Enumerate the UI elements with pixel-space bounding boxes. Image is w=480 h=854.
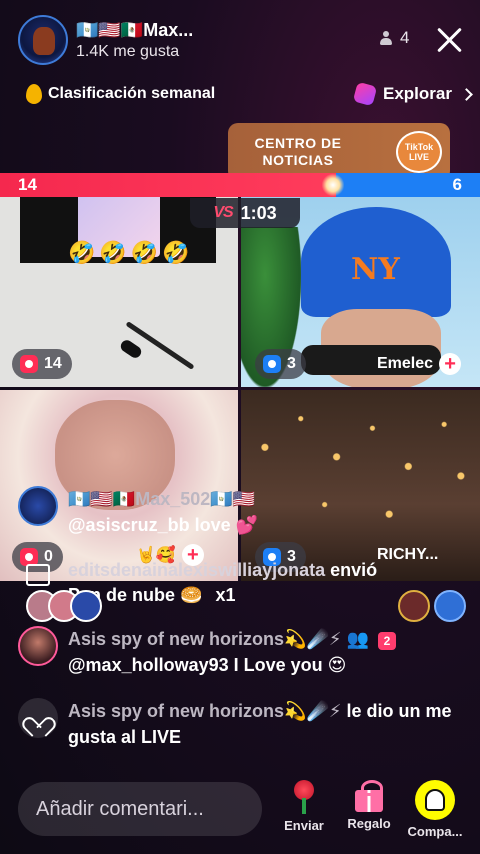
sent-label: envió	[330, 560, 378, 580]
chat-username: 🇬🇹🇺🇸🇲🇽Max_502🇬🇹🇺🇸	[68, 489, 256, 509]
top-gifters[interactable]	[398, 590, 466, 622]
blue-team-score: 6	[452, 175, 462, 194]
avatar[interactable]	[18, 486, 58, 526]
chat-message[interactable]: Asis spy of new horizons💫☄️⚡ le dio un m…	[18, 698, 468, 750]
gift-box-icon	[26, 564, 50, 586]
avatar	[70, 590, 102, 622]
score-icon	[20, 355, 38, 373]
chat-text: @asiscruz_bb love 💕	[68, 515, 259, 535]
gift-sender-line: editsdenainalexiswilliayjonata envió	[68, 560, 377, 581]
cap-logo: NY	[351, 252, 400, 287]
tile-score: 14	[44, 355, 62, 372]
tile-emojis: 🤣🤣🤣🤣	[68, 240, 194, 265]
host-avatar[interactable]	[18, 15, 68, 65]
level-badge: 2	[377, 632, 396, 650]
avatar[interactable]	[434, 590, 466, 622]
news-center-title: CENTRO DE NOTICIAS	[228, 135, 368, 169]
send-rose-button[interactable]: Enviar	[274, 780, 334, 833]
comment-input[interactable]	[18, 782, 262, 836]
microphone-head	[118, 337, 144, 361]
tiktok-live-logo: TikTok LIVE	[396, 131, 442, 173]
host-likes: 1.4K me gusta	[76, 42, 180, 60]
share-label: Compa...	[407, 824, 463, 839]
bar-spark-icon	[322, 173, 344, 197]
gift-label: Regalo	[347, 816, 391, 831]
score-icon	[263, 355, 281, 373]
tile-score: 3	[287, 355, 296, 372]
chat-username-row: Asis spy of new horizons💫☄️⚡ 👥 2	[68, 626, 396, 652]
snapchat-icon	[415, 780, 455, 820]
like-heart-icon	[18, 698, 58, 738]
gift-count: x1	[215, 585, 236, 605]
tile-score-badge: 14	[12, 349, 72, 379]
person-icon	[378, 30, 394, 46]
chevron-right-icon	[460, 87, 473, 101]
red-team-bar: 14	[0, 173, 336, 197]
host-name: 🇬🇹🇺🇸🇲🇽Max...	[76, 19, 194, 40]
guest-name[interactable]: Emelec +	[377, 353, 462, 375]
timer-label: 1:03	[240, 202, 277, 223]
rose-icon	[288, 780, 320, 814]
gift-icon	[353, 780, 385, 812]
avatar[interactable]	[18, 626, 58, 666]
viewer-count-label: 4	[400, 28, 410, 47]
gift-sender: editsdenainalexiswilliayjonata	[68, 560, 326, 580]
chat-message[interactable]: Asis spy of new horizons💫☄️⚡ 👥 2 @max_ho…	[18, 626, 458, 678]
chat-text: @max_holloway93 I Love you 😍	[68, 655, 347, 675]
guest-name-label: Emelec	[377, 355, 434, 372]
viewer-count[interactable]: 4	[378, 28, 409, 48]
chat-username: Asis spy of new horizons💫☄️⚡	[68, 701, 342, 721]
avatar[interactable]	[398, 590, 430, 622]
news-title-line2: NOTICIAS	[262, 152, 334, 168]
close-icon[interactable]	[436, 26, 464, 54]
follow-plus-icon[interactable]: +	[439, 353, 462, 375]
battle-timer: VS 1:03	[190, 198, 300, 228]
weekly-ranking[interactable]: Clasificación semanal	[26, 84, 215, 104]
weekly-ranking-label: Clasificación semanal	[48, 85, 216, 102]
blue-team-bar: 6	[336, 173, 480, 197]
battle-score-bar: 14 6	[0, 173, 480, 197]
user-icon: 👥	[346, 629, 369, 649]
explore-button[interactable]: Explorar	[352, 81, 473, 107]
vs-icon: VS	[213, 204, 233, 221]
gift-avatars	[26, 590, 102, 622]
send-label: Enviar	[284, 818, 324, 833]
host-info[interactable]: 🇬🇹🇺🇸🇲🇽Max... 1.4K me gusta	[18, 12, 223, 68]
gift-button[interactable]: Regalo	[339, 780, 399, 831]
chat-username: Asis spy of new horizons💫☄️⚡	[68, 629, 342, 649]
tile-score-badge: 3	[255, 349, 306, 379]
red-team-score: 14	[18, 175, 37, 194]
news-title-line1: CENTRO DE	[254, 135, 342, 151]
explore-label: Explorar	[383, 84, 452, 103]
chat-message[interactable]: 🇬🇹🇺🇸🇲🇽Max_502🇬🇹🇺🇸 @asiscruz_bb love 💕	[18, 486, 458, 538]
flame-icon	[26, 84, 42, 104]
share-button[interactable]: Compa...	[405, 780, 465, 839]
gem-icon	[352, 81, 378, 107]
